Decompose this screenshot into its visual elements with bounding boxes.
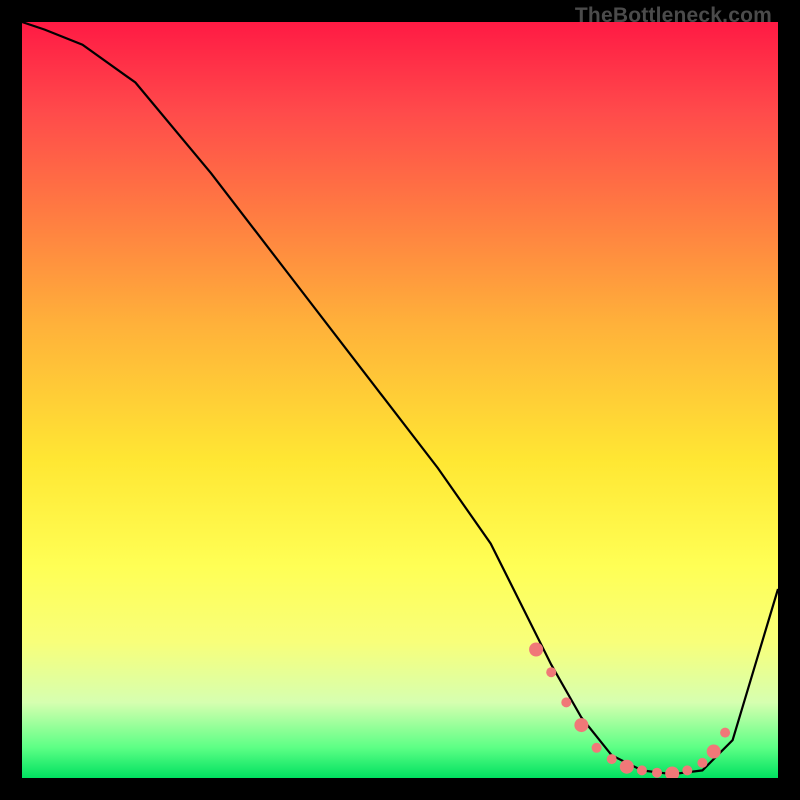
highlight-dot (637, 765, 647, 775)
highlight-dot (561, 697, 571, 707)
highlight-dot (697, 758, 707, 768)
highlight-dot (620, 760, 634, 774)
highlight-markers (529, 643, 730, 779)
bottleneck-curve (22, 22, 778, 774)
highlight-dot (607, 754, 617, 764)
highlight-dot (652, 768, 662, 778)
highlight-dot (574, 718, 588, 732)
highlight-dot (529, 643, 543, 657)
highlight-dot (682, 765, 692, 775)
highlight-dot (707, 745, 721, 759)
plot-area (22, 22, 778, 778)
highlight-dot (546, 667, 556, 677)
chart-frame: TheBottleneck.com (0, 0, 800, 800)
highlight-dot (720, 728, 730, 738)
highlight-dot (592, 743, 602, 753)
curve-layer (22, 22, 778, 778)
watermark-text: TheBottleneck.com (575, 4, 772, 28)
highlight-dot (665, 767, 679, 779)
